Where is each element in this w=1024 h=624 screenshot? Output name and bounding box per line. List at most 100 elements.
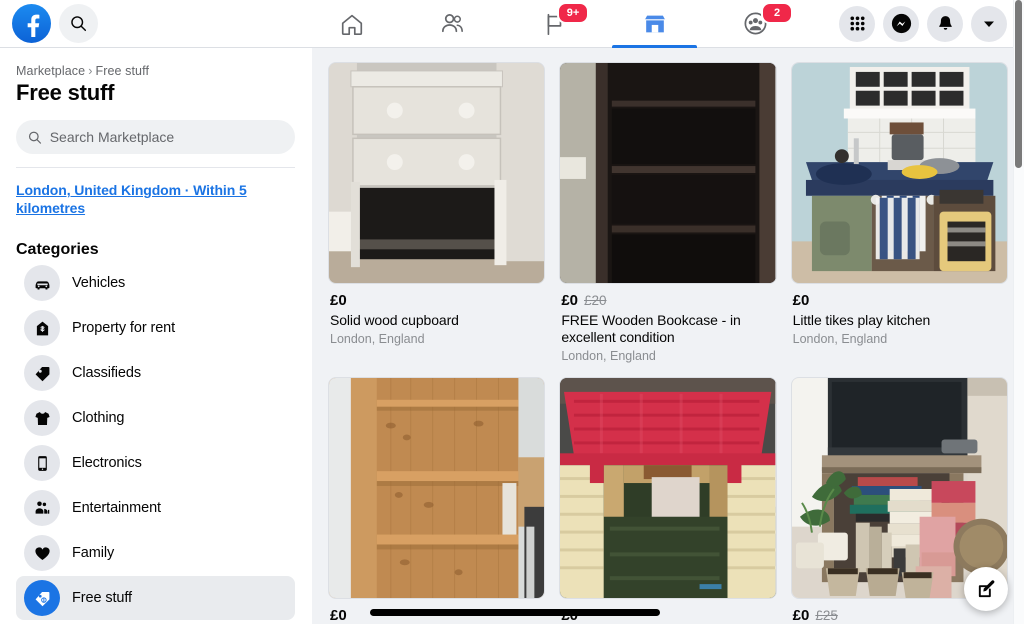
listing-price: £0 [330,292,347,309]
categories-heading: Categories [16,241,99,258]
listing-card[interactable]: £0 [559,377,777,624]
sidebar-item-electronics[interactable]: Electronics [16,441,295,485]
chevron-down-icon [984,21,994,27]
search-icon [28,131,42,144]
location-filter-link[interactable]: London, United Kingdom · Within 5 kilome… [16,181,295,217]
dark-bookcase-photo [560,63,776,283]
listing-price: £0 [561,292,579,309]
nav-tab-marketplace[interactable] [604,0,705,48]
sidebar-item-classifieds[interactable]: Classifieds [16,351,295,395]
sidebar-item-vehicles[interactable]: Vehicles [16,261,295,305]
breadcrumb-root[interactable]: Marketplace [16,64,85,78]
vertical-scrollbar-thumb[interactable] [1015,0,1022,168]
bell-icon [938,16,952,30]
menu-grid-button[interactable] [839,5,875,42]
listing-image[interactable] [559,62,777,284]
nav-tab-groups[interactable]: 2 [705,0,806,48]
messenger-icon [891,13,911,34]
video-camera-icon [24,490,60,526]
sidebar-item-label: Clothing [72,410,125,426]
listing-card[interactable]: £0 [328,377,546,624]
free-tag-icon [24,580,60,616]
header-search-button[interactable] [59,4,98,43]
notifications-button[interactable] [927,5,963,42]
house-dollar-icon [24,310,60,346]
sidebar-item-label: Free stuff [72,590,132,606]
listing-image[interactable] [790,62,1008,284]
cluttered-shelf-photo [791,378,1007,598]
listing-location: London, England [792,332,888,346]
listing-price: £0 [330,607,347,624]
facebook-logo[interactable] [12,4,51,43]
sidebar-item-label: Property for rent [72,320,176,336]
header-nav-tabs: 9+ 2 [268,0,839,48]
friends-icon [441,13,463,33]
breadcrumb: Marketplace › Free stuff [16,48,295,78]
header-right-group [839,5,1024,42]
listing-title: Little tikes play kitchen [792,312,931,328]
horizontal-scrollbar-thumb[interactable] [370,609,660,616]
listing-image[interactable] [328,62,546,284]
playhouse-photo [560,378,776,598]
sidebar-item-free-stuff[interactable]: Free stuff [16,576,295,620]
sidebar-item-property-for-rent[interactable]: Property for rent [16,306,295,350]
listings-grid: £0 Solid wood cupboard London, England £… [328,62,1008,624]
play-kitchen-photo [791,63,1007,283]
breadcrumb-separator: › [88,64,93,78]
marketplace-search[interactable] [16,120,295,154]
white-cupboard-photo [329,63,545,283]
sidebar-item-label: Family [72,545,115,561]
marketplace-page: 9+ 2 Marketplace › Free stuff Free stuff… [0,0,1024,624]
listing-title: Solid wood cupboard [330,312,459,328]
nav-tab-video[interactable]: 9+ [503,0,604,48]
account-menu-button[interactable] [971,5,1007,42]
price-row: £0 [330,292,543,309]
car-icon [24,265,60,301]
listing-details: £0 Solid wood cupboard London, England [328,284,545,346]
listing-card[interactable]: £0 Solid wood cupboard London, England [328,62,546,363]
sidebar-item-entertainment[interactable]: Entertainment [16,486,295,530]
sidebar-item-label: Classifieds [72,365,142,381]
listing-details: £0 Little tikes play kitchen London, Eng… [791,284,1008,346]
heart-icon [24,535,60,571]
price-tag-icon [24,355,60,391]
listing-location: London, England [330,332,425,346]
listing-image[interactable] [790,377,1008,599]
grid-icon [849,16,865,31]
messenger-button[interactable] [883,5,919,42]
header-left-group [0,4,268,43]
breadcrumb-current: Free stuff [95,64,150,78]
sidebar-item-label: Entertainment [72,500,161,516]
listing-image[interactable] [328,377,546,599]
tshirt-icon [24,400,60,436]
video-badge: 9+ [557,1,589,24]
listing-image[interactable] [559,377,777,599]
search-input[interactable] [49,129,283,145]
create-listing-button[interactable] [964,567,1008,611]
categories-list: Vehicles Property for rent Classifieds C… [16,261,295,624]
pine-bookcase-photo [329,378,545,598]
price-row: £0 £25 [793,607,1006,624]
compose-icon [978,579,994,597]
top-navigation-bar: 9+ 2 [0,0,1024,48]
phone-icon [24,445,60,481]
sidebar-item-label: Electronics [72,455,142,471]
vertical-scrollbar-track[interactable] [1013,0,1024,624]
sidebar-item-clothing[interactable]: Clothing [16,396,295,440]
listing-title: FREE Wooden Bookcase - in excellent cond… [561,312,741,345]
listing-original-price: £20 [584,293,607,308]
sidebar-item-family[interactable]: Family [16,531,295,575]
home-icon [341,14,362,35]
search-icon [71,16,87,32]
listing-price: £0 [792,607,810,624]
listing-price: £0 [792,292,810,309]
listings-area: £0 Solid wood cupboard London, England £… [312,48,1024,624]
sidebar-item-label: Vehicles [72,275,126,291]
sidebar-divider [16,167,295,168]
horizontal-scrollbar-track[interactable] [370,609,660,616]
nav-tab-home[interactable] [301,0,402,48]
listing-card[interactable]: £0 £20 FREE Wooden Bookcase - in excelle… [559,62,777,363]
nav-tab-friends[interactable] [402,0,503,48]
listing-card[interactable]: £0 Little tikes play kitchen London, Eng… [790,62,1008,363]
page-title: Free stuff [16,80,115,105]
